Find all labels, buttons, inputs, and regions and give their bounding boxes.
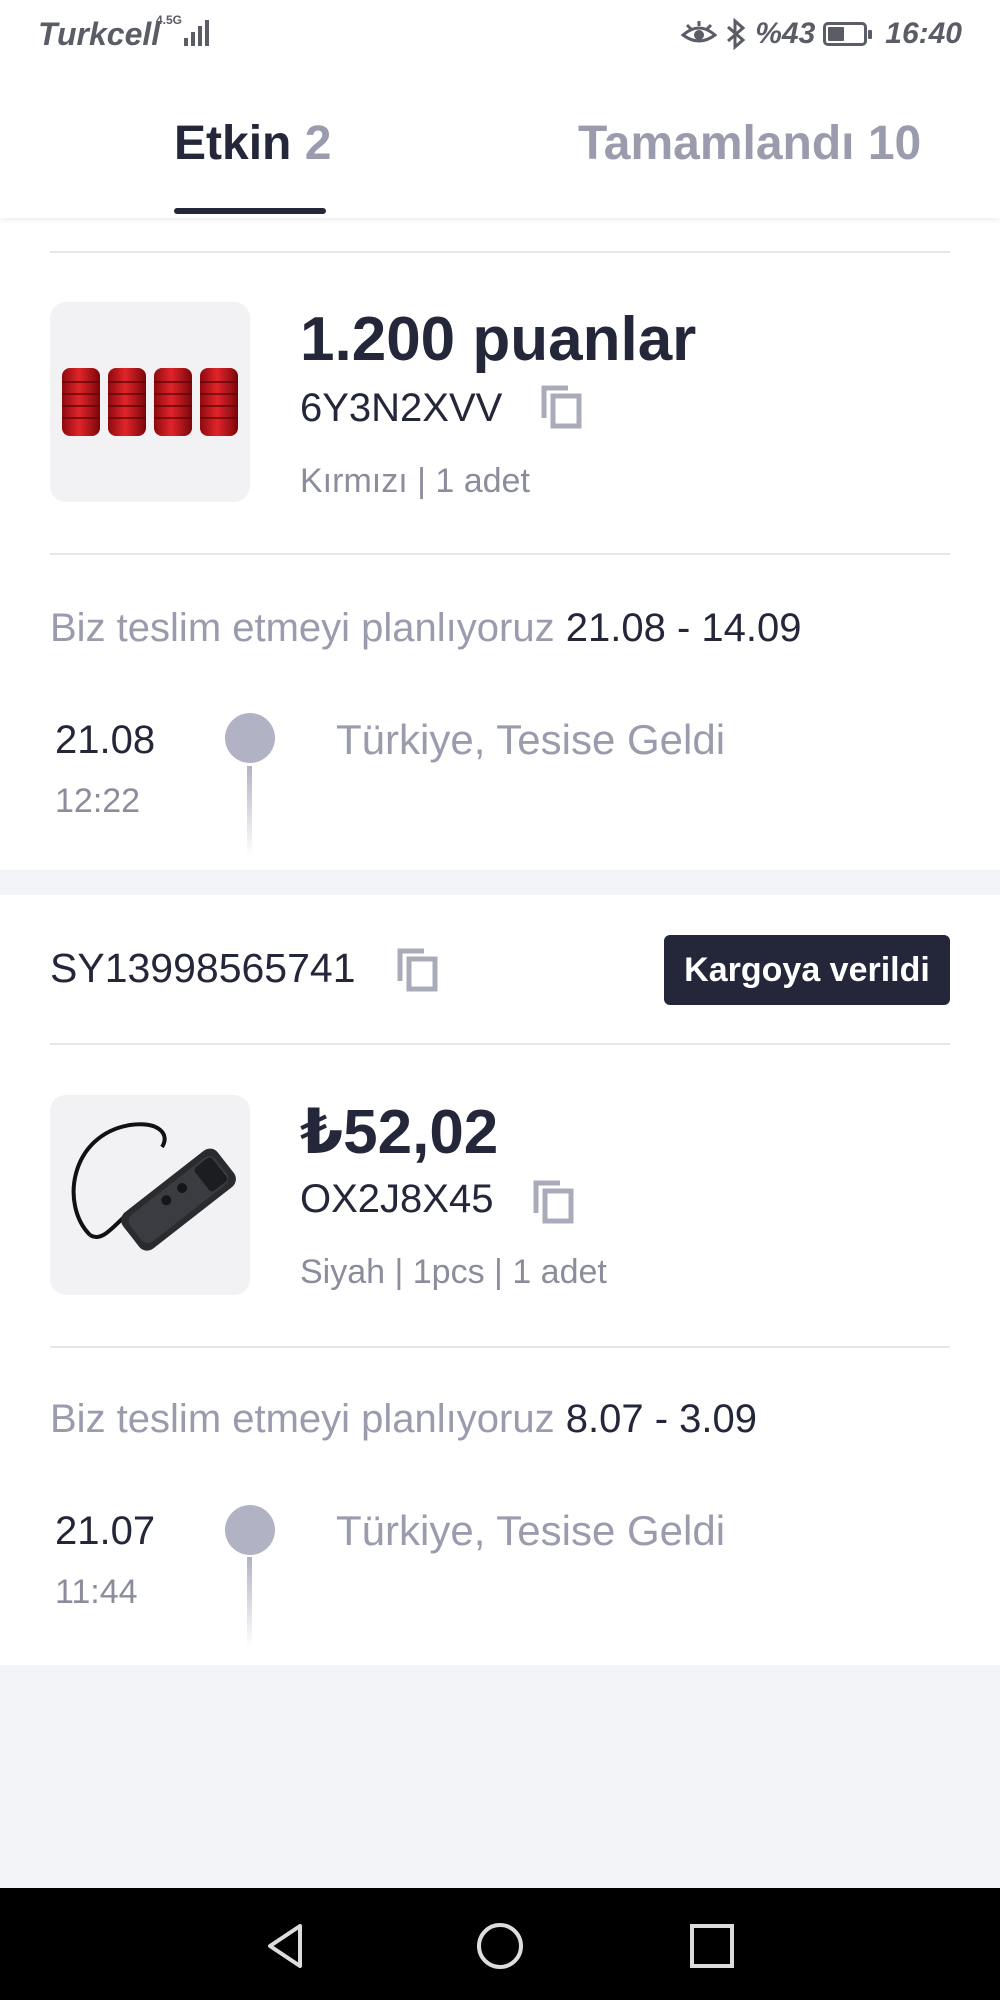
timeline-dot bbox=[225, 1505, 275, 1555]
order-variant: Kırmızı | 1 adet bbox=[300, 462, 530, 500]
order-code: OX2J8X45 bbox=[300, 1177, 494, 1221]
timeline-line bbox=[247, 1557, 252, 1647]
order-code: 6Y3N2XVV bbox=[300, 386, 503, 430]
network-type: 4.5G bbox=[156, 13, 183, 27]
signal-icon bbox=[184, 16, 216, 46]
active-tab-indicator bbox=[174, 208, 326, 214]
delivery-estimate: Biz teslim etmeyi planlıyoruz 8.07 - 3.0… bbox=[50, 1397, 757, 1442]
battery-percent: %43 bbox=[755, 17, 816, 50]
order-price: ₺52,02 bbox=[300, 1098, 499, 1167]
copy-icon[interactable] bbox=[394, 945, 442, 995]
product-image[interactable] bbox=[50, 302, 250, 502]
divider bbox=[50, 1043, 950, 1045]
tab-label: Tamamlandı bbox=[578, 117, 855, 170]
timeline-event: Türkiye, Tesise Geldi bbox=[336, 1507, 726, 1554]
delivery-estimate: Biz teslim etmeyi planlıyoruz 21.08 - 14… bbox=[50, 606, 801, 651]
tab-label: Etkin bbox=[174, 117, 292, 170]
timeline-date: 21.07 bbox=[55, 1509, 156, 1553]
copy-icon[interactable] bbox=[538, 382, 586, 432]
timeline-time: 12:22 bbox=[55, 782, 141, 820]
delivery-estimate-dates: 8.07 - 3.09 bbox=[565, 1397, 757, 1441]
bluetooth-icon bbox=[727, 18, 746, 50]
recents-icon[interactable] bbox=[684, 1918, 740, 1974]
tab-active-orders[interactable]: Etkin 2 bbox=[174, 116, 331, 171]
system-nav-bar bbox=[0, 1888, 1000, 2000]
order-variant: Siyah | 1pcs | 1 adet bbox=[300, 1253, 607, 1291]
back-icon[interactable] bbox=[258, 1918, 314, 1974]
delivery-estimate-dates: 21.08 - 14.09 bbox=[565, 606, 802, 650]
status-bar: Turkcell 4.5G %43 16:40 bbox=[0, 0, 1000, 70]
dog-repeller-image bbox=[71, 1122, 236, 1251]
tab-completed-orders[interactable]: Tamamlandı 10 bbox=[578, 116, 921, 171]
divider bbox=[50, 1346, 950, 1348]
order-price: 1.200 puanlar bbox=[300, 305, 697, 374]
order-card: SY13998565741 Kargoya verildi ₺52,02 OX2… bbox=[0, 895, 1000, 1665]
eye-icon bbox=[681, 21, 718, 43]
divider bbox=[50, 553, 950, 555]
tracking-number: SY13998565741 bbox=[50, 945, 356, 991]
status-badge: Kargoya verildi bbox=[664, 935, 950, 1005]
timeline-line bbox=[247, 766, 252, 856]
tab-count: 10 bbox=[867, 117, 922, 170]
order-card: 1.200 puanlar 6Y3N2XVV Kırmızı | 1 adet … bbox=[0, 218, 1000, 870]
timeline-time: 11:44 bbox=[55, 1573, 138, 1611]
timeline-date: 21.08 bbox=[55, 718, 156, 762]
timeline-dot bbox=[225, 713, 275, 763]
valve-caps-image bbox=[62, 368, 238, 436]
battery-icon bbox=[823, 22, 873, 46]
home-icon[interactable] bbox=[472, 1918, 528, 1974]
carrier-name: Turkcell bbox=[38, 16, 161, 52]
tab-count: 2 bbox=[304, 117, 332, 170]
status-right: %43 16:40 bbox=[681, 16, 962, 52]
divider bbox=[50, 251, 950, 253]
delivery-estimate-label: Biz teslim etmeyi planlıyoruz bbox=[50, 1397, 555, 1441]
timeline-event: Türkiye, Tesise Geldi bbox=[336, 716, 726, 763]
clock: 16:40 bbox=[885, 17, 962, 50]
copy-icon[interactable] bbox=[530, 1177, 578, 1227]
order-tabs: Etkin 2 Tamamlandı 10 bbox=[0, 70, 1000, 218]
product-image[interactable] bbox=[50, 1095, 250, 1295]
delivery-estimate-label: Biz teslim etmeyi planlıyoruz bbox=[50, 606, 555, 650]
